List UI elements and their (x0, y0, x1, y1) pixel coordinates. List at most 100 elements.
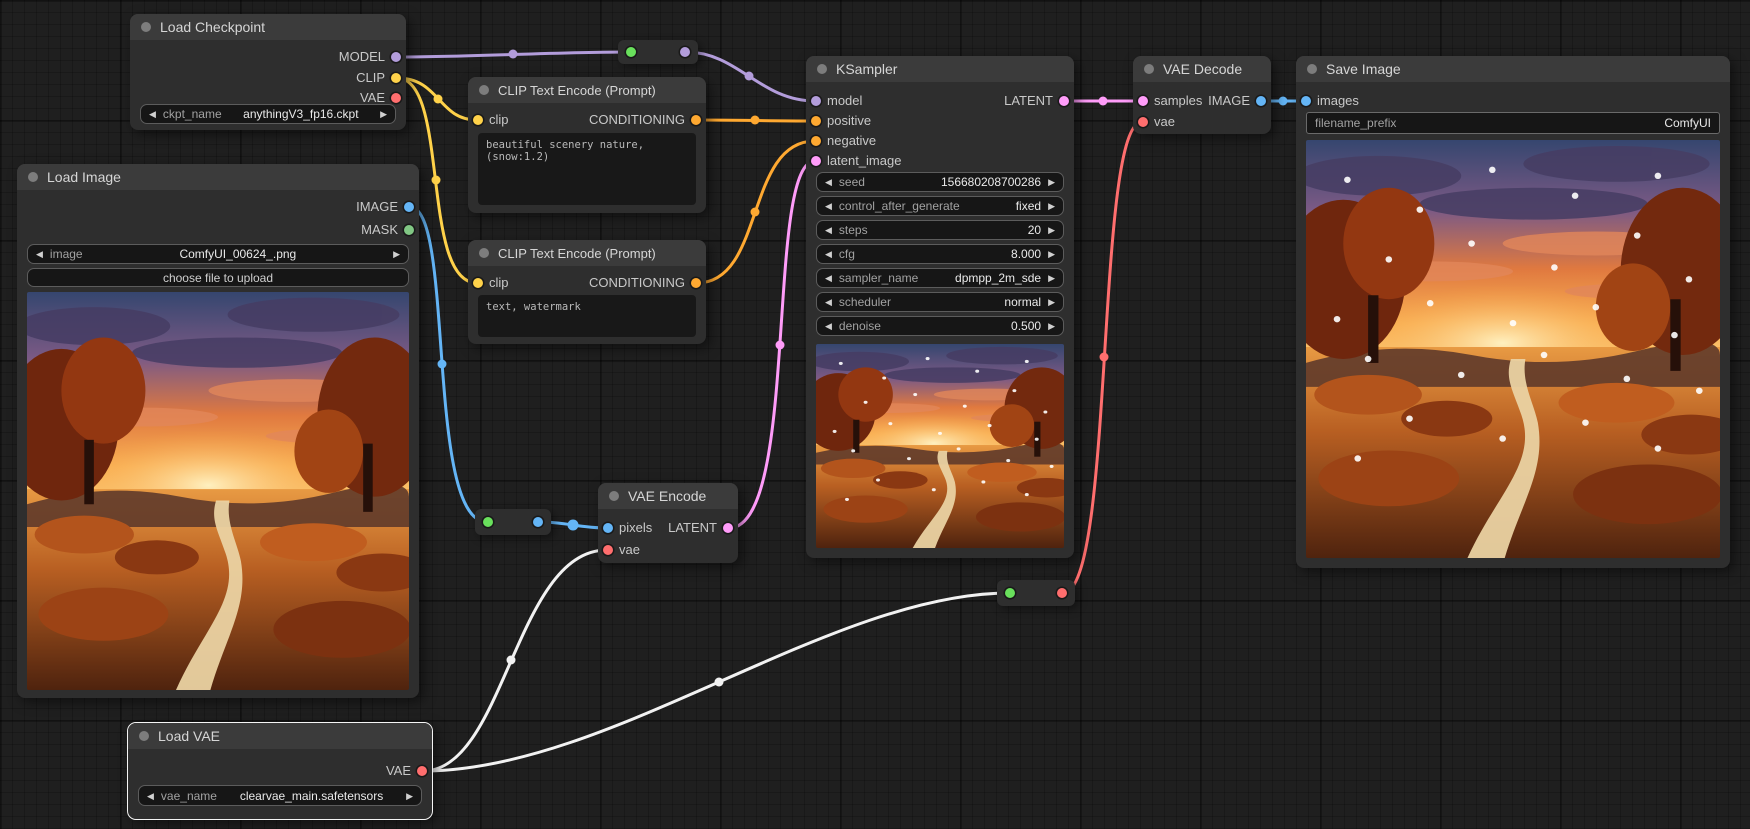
widget-value: dpmpp_2m_sde (955, 271, 1041, 285)
ckpt-name-widget[interactable]: ◀ ckpt_name anythingV3_fp16.ckpt ▶ (140, 104, 396, 124)
node-title-bar[interactable]: Load Image (17, 164, 419, 190)
latent-output-dot[interactable] (723, 523, 733, 533)
images-input-dot[interactable] (1301, 96, 1311, 106)
scheduler-widget[interactable]: ◀ scheduler normal ▶ (816, 292, 1064, 312)
node-title-bar[interactable]: VAE Decode (1133, 56, 1271, 82)
input-slot-pixels: pixels (598, 518, 652, 538)
node-status-dot (479, 248, 489, 258)
stepper-right-icon[interactable]: ▶ (1048, 196, 1055, 216)
mask-output-dot[interactable] (404, 225, 414, 235)
slot-label: model (827, 93, 862, 108)
stepper-right-icon[interactable]: ▶ (406, 786, 413, 806)
model-output-dot[interactable] (391, 52, 401, 62)
stepper-right-icon[interactable]: ▶ (380, 104, 387, 124)
stepper-left-icon[interactable]: ◀ (825, 220, 832, 240)
node-title-bar[interactable]: CLIP Text Encode (Prompt) (468, 240, 706, 266)
clip-output-dot[interactable] (391, 73, 401, 83)
stepper-right-icon[interactable]: ▶ (1048, 244, 1055, 264)
node-title: Load VAE (158, 728, 220, 744)
reroute-output-dot[interactable] (1057, 588, 1067, 598)
node-load-checkpoint[interactable]: Load Checkpoint MODEL CLIP VAE ◀ ckpt_na… (130, 14, 406, 130)
node-graph-canvas[interactable]: Load Checkpoint MODEL CLIP VAE ◀ ckpt_na… (0, 0, 1750, 829)
cfg-widget[interactable]: ◀ cfg 8.000 ▶ (816, 244, 1064, 264)
latent-image-input-dot[interactable] (811, 156, 821, 166)
vae-name-widget[interactable]: ◀ vae_name clearvae_main.safetensors ▶ (138, 785, 422, 806)
positive-prompt-textarea[interactable]: beautiful scenery nature, (snow:1.2) (478, 133, 696, 205)
node-vae-encode[interactable]: VAE Encode pixels LATENT vae (598, 483, 738, 563)
vae-output-dot[interactable] (417, 766, 427, 776)
stepper-left-icon[interactable]: ◀ (825, 268, 832, 288)
stepper-right-icon[interactable]: ▶ (1048, 268, 1055, 288)
stepper-right-icon[interactable]: ▶ (1048, 316, 1055, 336)
node-title-bar[interactable]: VAE Encode (598, 483, 738, 509)
node-status-dot (817, 64, 827, 74)
clip-input-dot[interactable] (473, 278, 483, 288)
input-slot-negative: negative (806, 131, 876, 151)
vae-output-dot[interactable] (391, 93, 401, 103)
samples-input-dot[interactable] (1138, 96, 1148, 106)
slot-label: latent_image (827, 153, 901, 168)
sampler-name-widget[interactable]: ◀ sampler_name dpmpp_2m_sde ▶ (816, 268, 1064, 288)
image-output-dot[interactable] (1256, 96, 1266, 106)
stepper-left-icon[interactable]: ◀ (825, 196, 832, 216)
link-dot (751, 208, 760, 217)
node-title-bar[interactable]: KSampler (806, 56, 1074, 82)
node-save-image[interactable]: Save Image images filename_prefix ComfyU… (1296, 56, 1730, 568)
node-load-image[interactable]: Load Image IMAGE MASK ◀ image ComfyUI_00… (17, 164, 419, 698)
reroute-model[interactable] (618, 40, 698, 64)
node-status-dot (28, 172, 38, 182)
control-after-generate-widget[interactable]: ◀ control_after_generate fixed ▶ (816, 196, 1064, 216)
node-vae-decode[interactable]: VAE Decode samples IMAGE vae (1133, 56, 1271, 134)
image-output-dot[interactable] (404, 202, 414, 212)
slot-label: MASK (361, 222, 398, 237)
stepper-left-icon[interactable]: ◀ (147, 786, 154, 806)
link-dot (509, 50, 518, 59)
widget-name: filename_prefix (1315, 116, 1396, 130)
seed-widget[interactable]: ◀ seed 156680208700286 ▶ (816, 172, 1064, 192)
node-ksampler[interactable]: KSampler model LATENT positive negative … (806, 56, 1074, 558)
denoise-widget[interactable]: ◀ denoise 0.500 ▶ (816, 316, 1064, 336)
stepper-left-icon[interactable]: ◀ (825, 316, 832, 336)
reroute-input-dot[interactable] (1005, 588, 1015, 598)
image-select-widget[interactable]: ◀ image ComfyUI_00624_.png ▶ (27, 244, 409, 264)
stepper-left-icon[interactable]: ◀ (825, 172, 832, 192)
negative-prompt-textarea[interactable]: text, watermark (478, 295, 696, 337)
stepper-left-icon[interactable]: ◀ (825, 292, 832, 312)
vae-input-dot[interactable] (1138, 117, 1148, 127)
latent-output-dot[interactable] (1059, 96, 1069, 106)
conditioning-output-dot[interactable] (691, 115, 701, 125)
node-title-bar[interactable]: Load VAE (128, 723, 432, 749)
stepper-right-icon[interactable]: ▶ (393, 244, 400, 264)
pixels-input-dot[interactable] (603, 523, 613, 533)
stepper-left-icon[interactable]: ◀ (825, 244, 832, 264)
reroute-input-dot[interactable] (626, 47, 636, 57)
node-title-bar[interactable]: Save Image (1296, 56, 1730, 82)
reroute-output-dot[interactable] (680, 47, 690, 57)
reroute-vae[interactable] (997, 580, 1075, 606)
widget-name: steps (839, 223, 868, 237)
stepper-left-icon[interactable]: ◀ (36, 244, 43, 264)
stepper-right-icon[interactable]: ▶ (1048, 172, 1055, 192)
vae-input-dot[interactable] (603, 545, 613, 555)
stepper-right-icon[interactable]: ▶ (1048, 220, 1055, 240)
reroute-image[interactable] (475, 509, 551, 535)
model-input-dot[interactable] (811, 96, 821, 106)
positive-input-dot[interactable] (811, 116, 821, 126)
steps-widget[interactable]: ◀ steps 20 ▶ (816, 220, 1064, 240)
choose-file-button[interactable]: choose file to upload (27, 268, 409, 287)
filename-prefix-widget[interactable]: filename_prefix ComfyUI (1306, 112, 1720, 134)
node-clip-text-encode-negative[interactable]: CLIP Text Encode (Prompt) clip CONDITION… (468, 240, 706, 344)
clip-input-dot[interactable] (473, 115, 483, 125)
stepper-left-icon[interactable]: ◀ (149, 104, 156, 124)
slot-label: CONDITIONING (589, 275, 685, 290)
widget-name: scheduler (839, 295, 891, 309)
node-title-bar[interactable]: Load Checkpoint (130, 14, 406, 40)
reroute-input-dot[interactable] (483, 517, 493, 527)
reroute-output-dot[interactable] (533, 517, 543, 527)
node-clip-text-encode-positive[interactable]: CLIP Text Encode (Prompt) clip CONDITION… (468, 77, 706, 213)
node-title-bar[interactable]: CLIP Text Encode (Prompt) (468, 77, 706, 103)
node-load-vae[interactable]: Load VAE VAE ◀ vae_name clearvae_main.sa… (128, 723, 432, 819)
conditioning-output-dot[interactable] (691, 278, 701, 288)
negative-input-dot[interactable] (811, 136, 821, 146)
stepper-right-icon[interactable]: ▶ (1048, 292, 1055, 312)
